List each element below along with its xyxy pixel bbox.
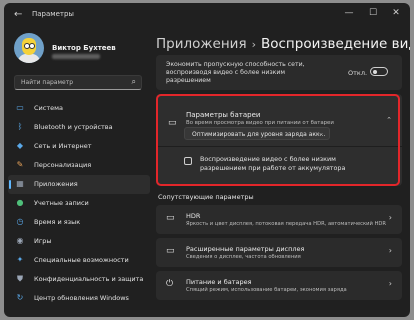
network-icon: ◆ bbox=[16, 141, 24, 150]
dropdown-value: Оптимизировать для уровня заряда акк... bbox=[192, 130, 326, 138]
lowres-toggle[interactable] bbox=[370, 67, 388, 76]
sidebar-item[interactable]: ● Учетные записи bbox=[8, 194, 150, 213]
sidebar-item-label: Сеть и Интернет bbox=[34, 142, 92, 150]
page-title: Воспроизведение видео bbox=[260, 36, 410, 52]
related-item-title: HDR bbox=[186, 212, 201, 220]
globe-clock-icon: ◷ bbox=[16, 217, 24, 226]
setting-lowres-network: Экономить пропускную способность сети, в… bbox=[156, 55, 402, 90]
related-item-title: Питание и батарея bbox=[186, 278, 252, 286]
sidebar-item-label: Система bbox=[34, 104, 64, 112]
sidebar-item-label: Игры bbox=[34, 237, 52, 245]
card-divider bbox=[156, 146, 402, 147]
battery-optimize-dropdown[interactable]: Оптимизировать для уровня заряда акк... … bbox=[184, 127, 330, 140]
person-icon: ● bbox=[16, 198, 24, 207]
update-icon: ↻ bbox=[16, 293, 24, 302]
related-settings-heading: Сопутствующие параметры bbox=[158, 193, 254, 201]
related-item-subtitle: Сведения о дисплее, частота обновления bbox=[186, 254, 301, 260]
gamepad-icon: ◉ bbox=[16, 236, 24, 245]
lowres-battery-checkbox[interactable] bbox=[184, 157, 192, 165]
breadcrumb-apps[interactable]: Приложения bbox=[156, 36, 247, 52]
sidebar-item[interactable]: ◷ Время и язык bbox=[8, 213, 150, 232]
search-placeholder: Найти параметр bbox=[21, 79, 73, 86]
search-input[interactable]: Найти параметр ⌕ bbox=[14, 75, 142, 90]
sidebar-item-label: Специальные возможности bbox=[34, 256, 129, 264]
display-icon: ▭ bbox=[166, 213, 175, 223]
search-icon: ⌕ bbox=[131, 77, 136, 86]
sidebar-nav: ▭ Система ᛒ Bluetooth и устройства ◆ Сеть и И… bbox=[8, 99, 150, 308]
settings-window: ← Параметры — ☐ ✕ Виктор Бухтеев Найти п… bbox=[4, 3, 410, 317]
toggle-state-label: Откл. bbox=[348, 69, 368, 77]
related-item-title: Расширенные параметры дисплея bbox=[186, 245, 305, 253]
battery-subtitle: Во время просмотра видео при питании от … bbox=[186, 120, 334, 126]
shield-icon: ⛊ bbox=[17, 274, 23, 283]
sidebar-item-label: Учетные записи bbox=[34, 199, 89, 207]
related-item-subtitle: Яркость и цвет дисплея, потоковая переда… bbox=[186, 221, 387, 227]
related-item-hdr[interactable]: ▭ HDR Яркость и цвет дисплея, потоковая … bbox=[156, 205, 402, 234]
sidebar-item-label: Персонализация bbox=[34, 161, 92, 169]
monitor-icon: ▭ bbox=[16, 103, 24, 112]
related-item-subtitle: Спящий режим, использование батареи, эко… bbox=[186, 287, 347, 293]
breadcrumb: Приложения › Воспроизведение видео bbox=[156, 36, 410, 52]
user-name: Виктор Бухтеев bbox=[52, 44, 116, 52]
sidebar-item[interactable]: ▭ Система bbox=[8, 99, 150, 118]
related-item-advanced-display[interactable]: ▭ Расширенные параметры дисплея Сведения… bbox=[156, 238, 402, 267]
sidebar-item[interactable]: ✦ Специальные возможности bbox=[8, 251, 150, 270]
display-info-icon: ▭ bbox=[166, 246, 175, 256]
battery-title: Параметры батареи bbox=[186, 111, 261, 119]
sidebar-item-label: Время и язык bbox=[34, 218, 81, 226]
sidebar-item[interactable]: ↻ Центр обновления Windows bbox=[8, 289, 150, 308]
chevron-right-icon: › bbox=[388, 246, 392, 255]
accessibility-icon: ✦ bbox=[16, 255, 24, 264]
sidebar-item[interactable]: ✎ Персонализация bbox=[8, 156, 150, 175]
breadcrumb-separator: › bbox=[251, 38, 256, 51]
sidebar-item-label: Bluetooth и устройства bbox=[34, 123, 113, 131]
bluetooth-icon: ᛒ bbox=[17, 122, 23, 131]
user-email-blurred bbox=[52, 54, 100, 59]
sidebar-item[interactable]: ◆ Сеть и Интернет bbox=[8, 137, 150, 156]
chevron-up-icon[interactable]: ⌃ bbox=[386, 116, 392, 124]
sidebar-item-label: Приложения bbox=[34, 180, 78, 188]
sidebar-item[interactable]: ◉ Игры bbox=[8, 232, 150, 251]
chevron-right-icon: › bbox=[388, 213, 392, 222]
back-arrow-icon[interactable]: ← bbox=[14, 9, 22, 20]
chevron-down-icon: ⌄ bbox=[318, 129, 324, 137]
battery-options-card: ▭ Параметры батареи Во время просмотра в… bbox=[156, 94, 402, 186]
battery-icon: ▭ bbox=[168, 118, 177, 128]
setting-lowres-text: Экономить пропускную способность сети, в… bbox=[166, 61, 305, 84]
apps-icon: ▦ bbox=[16, 179, 24, 188]
sidebar-item[interactable]: ▦ Приложения bbox=[8, 175, 150, 194]
avatar bbox=[14, 33, 44, 63]
sidebar-item-label: Конфиденциальность и защита bbox=[34, 275, 144, 283]
sidebar-item[interactable]: ᛒ Bluetooth и устройства bbox=[8, 118, 150, 137]
related-item-power-battery[interactable]: ⏻ Питание и батарея Спящий режим, исполь… bbox=[156, 271, 402, 300]
chevron-right-icon: › bbox=[388, 279, 392, 288]
main-content: Приложения › Воспроизведение видео Экономи… bbox=[154, 3, 410, 317]
sidebar-item-label: Центр обновления Windows bbox=[34, 294, 129, 302]
window-title: Параметры bbox=[32, 10, 74, 18]
lowres-battery-checkbox-label: Воспроизведение видео с более низким раз… bbox=[200, 155, 346, 172]
power-icon: ⏻ bbox=[166, 279, 174, 289]
brush-icon: ✎ bbox=[16, 160, 24, 169]
sidebar-item[interactable]: ⛊ Конфиденциальность и защита bbox=[8, 270, 150, 289]
